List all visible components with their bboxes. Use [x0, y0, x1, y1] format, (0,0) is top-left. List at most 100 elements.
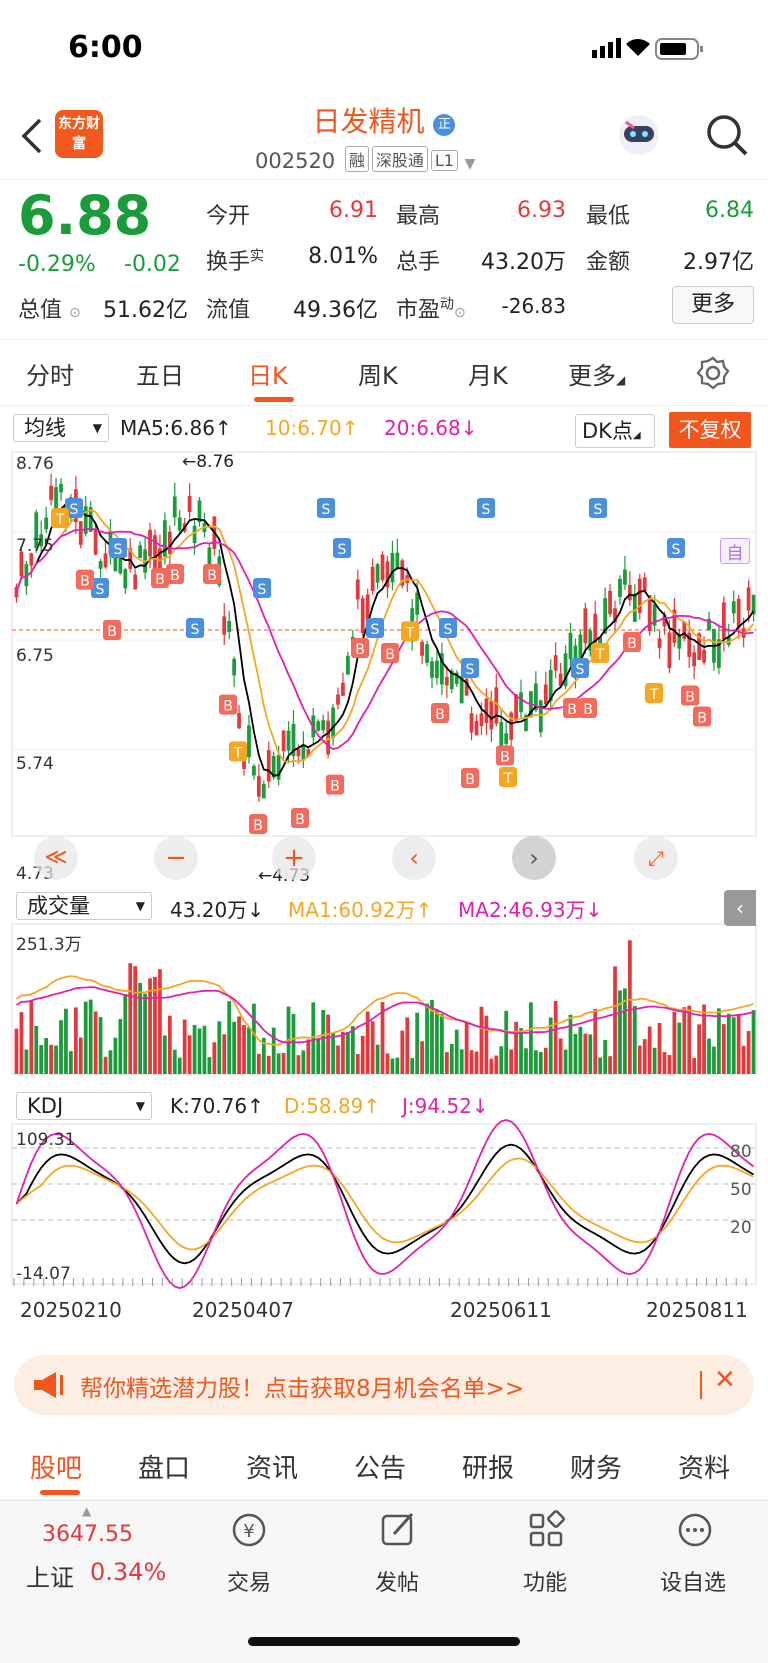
volume-bar: [59, 1020, 63, 1074]
tab-research[interactable]: 研报: [462, 1448, 514, 1485]
volume-bar: [632, 1005, 637, 1074]
volume-bar: [652, 1047, 657, 1074]
candle-body: [618, 578, 622, 598]
volume-bar: [34, 1025, 39, 1074]
volume-bar: [613, 966, 617, 1074]
search-icon[interactable]: [704, 112, 750, 158]
volume-bar: [563, 1049, 568, 1074]
signal-marker-label: B: [465, 772, 475, 788]
robot-assistant-icon[interactable]: [614, 110, 664, 160]
volume-bar: [741, 1045, 746, 1074]
volume-bar: [657, 1022, 662, 1074]
tab-finance[interactable]: 财务: [570, 1448, 622, 1485]
candle-body: [415, 592, 420, 615]
signal-marker-label: S: [672, 542, 681, 558]
volume-bar: [252, 1003, 256, 1074]
volume-bar: [692, 1058, 697, 1074]
tag-level: L1: [430, 150, 458, 171]
zoom-out-icon[interactable]: −: [154, 836, 198, 880]
tab-news[interactable]: 资讯: [246, 1448, 298, 1485]
volume-bar: [642, 1039, 647, 1074]
self-marker[interactable]: 自: [720, 538, 750, 564]
volume-bar: [331, 1033, 335, 1074]
nav-post[interactable]: 发帖: [352, 1565, 442, 1597]
index-value[interactable]: 3647.55: [42, 1522, 133, 1547]
vol-ma1-legend: MA1:60.92万↑: [288, 898, 433, 922]
volume-bar: [83, 1001, 88, 1074]
tab-weekly-k[interactable]: 周K: [358, 356, 398, 391]
kdj-axis-max: 109.31: [16, 1130, 76, 1150]
candle-body: [746, 587, 751, 611]
tab-guba[interactable]: 股吧: [30, 1448, 82, 1485]
price-axis-3: 6.75: [16, 646, 54, 666]
volume-bar: [420, 1041, 424, 1074]
ma-select[interactable]: 均线 ▼: [13, 414, 109, 442]
next-icon[interactable]: ›: [512, 836, 556, 880]
signal-marker-label: B: [385, 647, 395, 663]
tab-notice[interactable]: 公告: [354, 1448, 406, 1485]
settings-gear-icon[interactable]: [696, 356, 730, 390]
nav-trade[interactable]: 交易: [204, 1565, 294, 1597]
tab-profile[interactable]: 资料: [678, 1448, 730, 1485]
volume-bar: [197, 1028, 202, 1074]
volume-bar: [682, 1007, 687, 1074]
signal-marker-label: B: [295, 812, 305, 828]
price-axis-2: 7.75: [16, 536, 54, 556]
rewind-icon[interactable]: ≪: [34, 836, 78, 880]
close-icon[interactable]: ✕: [714, 1365, 736, 1395]
tab-intraday[interactable]: 分时: [26, 356, 74, 391]
volume-bar: [484, 1015, 489, 1074]
info-icon[interactable]: ⊙: [69, 305, 81, 321]
candle-body: [370, 566, 375, 592]
volume-bar: [746, 1031, 751, 1074]
high-label: 最高: [396, 204, 441, 229]
tab-more[interactable]: 更多◢: [568, 356, 625, 391]
candle-body: [207, 547, 212, 567]
tab-pankou[interactable]: 盘口: [138, 1448, 190, 1485]
kdj-select[interactable]: KDJ ▼: [16, 1092, 152, 1120]
prev-icon[interactable]: ‹: [392, 836, 436, 880]
zoom-in-icon[interactable]: +: [272, 836, 316, 880]
volume-bar: [469, 1050, 474, 1074]
candle-body: [623, 569, 627, 585]
function-grid-icon[interactable]: [526, 1510, 568, 1550]
collapse-icon[interactable]: ‹: [724, 890, 756, 926]
adjust-button[interactable]: 不复权: [669, 412, 751, 448]
tab-monthly-k[interactable]: 月K: [468, 356, 508, 391]
nav-watchlist[interactable]: 设自选: [648, 1565, 738, 1597]
float-cap-value: 49.36亿: [293, 298, 378, 323]
ma10-legend: 10:6.70↑: [265, 416, 359, 440]
date-label: 20250407: [192, 1298, 294, 1322]
volume-bar: [395, 1057, 400, 1074]
candle-body: [627, 584, 632, 601]
change-amount: -0.02: [124, 252, 181, 277]
signal-marker-label: S: [96, 582, 105, 598]
post-icon[interactable]: [378, 1510, 420, 1550]
volume-bar: [341, 1031, 345, 1074]
more-dots-icon[interactable]: [674, 1510, 716, 1550]
megaphone-icon: [34, 1372, 63, 1398]
fullscreen-icon[interactable]: ⤢: [634, 836, 678, 880]
promo-banner[interactable]: 帮你精选潜力股！点击获取8月机会名单>> ✕: [14, 1355, 754, 1415]
volume-bar: [494, 1055, 499, 1074]
volume-bar: [509, 1049, 514, 1074]
volume-select[interactable]: 成交量 ▼: [16, 892, 152, 920]
amount-value: 2.97亿: [683, 250, 754, 275]
volume-bar: [425, 1003, 429, 1074]
candle-body: [133, 574, 138, 590]
date-label: 20250611: [450, 1298, 552, 1322]
tab-five-day[interactable]: 五日: [136, 356, 184, 391]
more-button[interactable]: 更多: [672, 286, 754, 324]
tab-daily-k[interactable]: 日K: [248, 356, 288, 391]
svg-text:¥: ¥: [243, 1521, 254, 1542]
trade-icon[interactable]: ¥: [228, 1510, 270, 1550]
info-icon[interactable]: ⊙: [454, 305, 466, 321]
volume-bar: [29, 1000, 34, 1074]
nav-function[interactable]: 功能: [500, 1565, 590, 1597]
signal-marker-label: B: [80, 574, 90, 590]
volume-bar: [207, 1057, 212, 1074]
volume-bar: [242, 1024, 246, 1074]
dk-point-select[interactable]: DK点◢: [575, 414, 655, 448]
chevron-down-icon[interactable]: ▼: [465, 156, 476, 172]
candle-body: [336, 694, 340, 705]
